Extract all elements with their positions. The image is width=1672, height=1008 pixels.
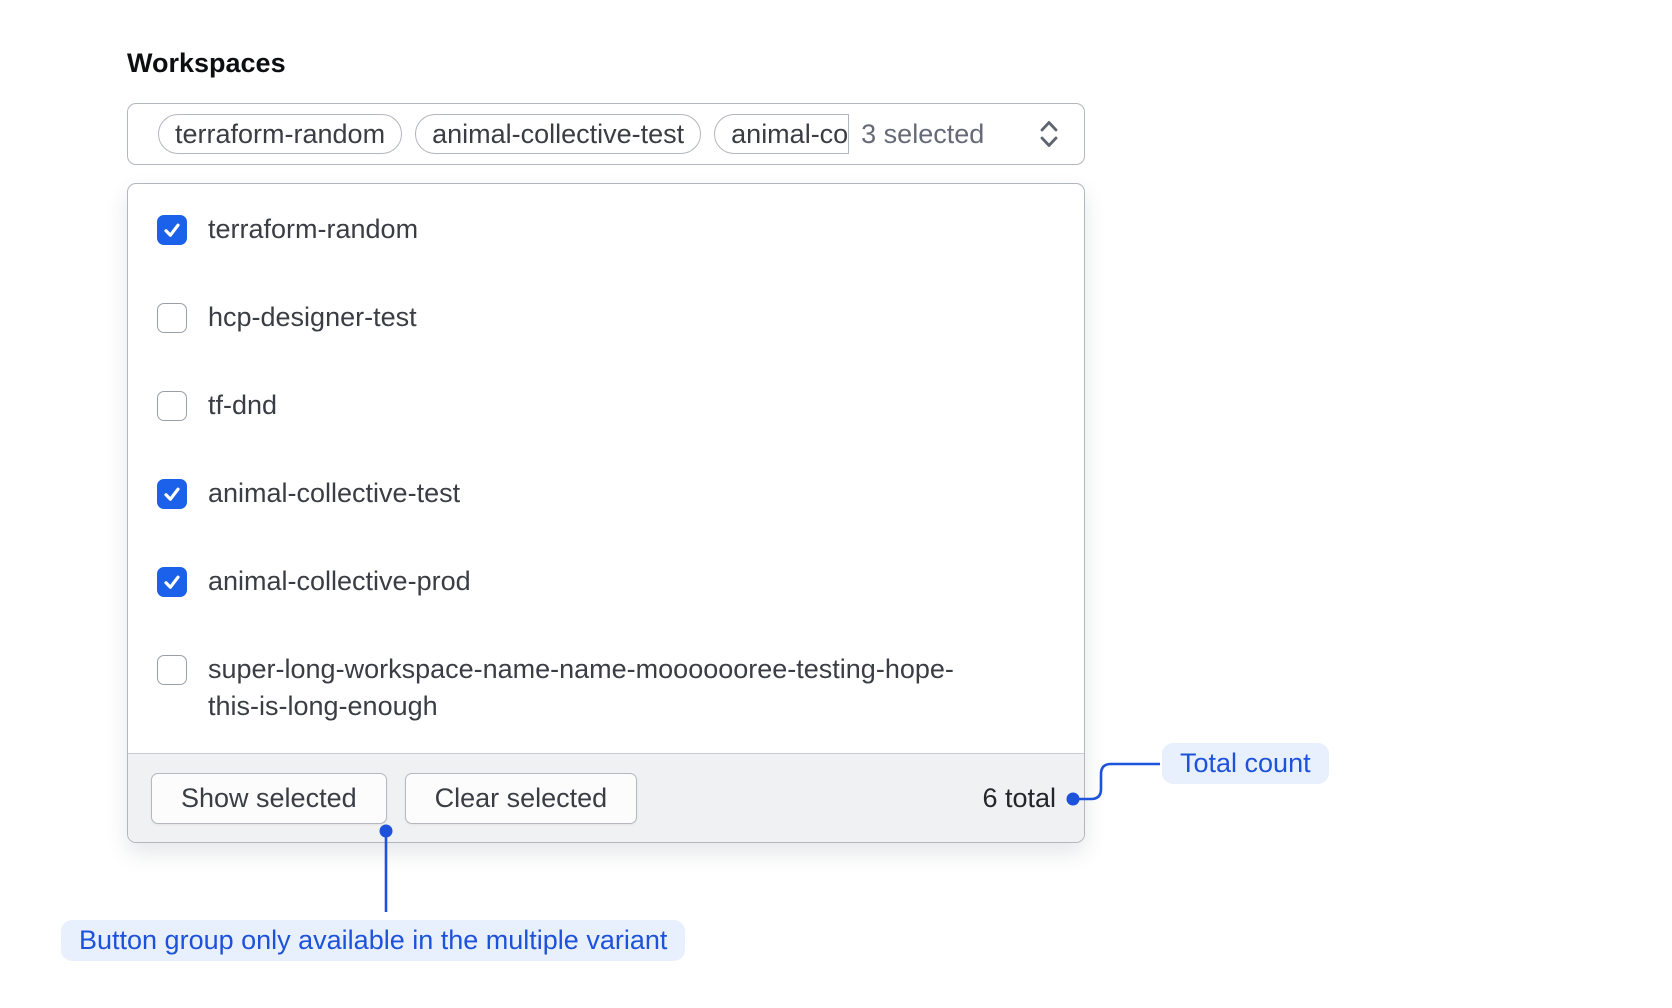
option-row[interactable]: terraform-random [128,185,1084,273]
total-count: 6 total [982,783,1056,814]
checkbox[interactable] [157,303,187,333]
option-row[interactable]: tf-dnd [128,361,1084,449]
annotation-button-group: Button group only available in the multi… [61,920,685,961]
selected-counter: 3 selected [861,119,984,150]
listbox-footer: Show selected Clear selected 6 total [128,753,1084,842]
option-label: animal-collective-test [208,475,460,512]
workspaces-label: Workspaces [127,48,286,79]
check-icon [160,570,184,594]
option-row[interactable]: animal-collective-test [128,449,1084,537]
selected-tag: terraform-random [158,114,402,154]
show-selected-button[interactable]: Show selected [151,773,387,824]
selected-tag: animal-collective-test [415,114,701,154]
option-label: hcp-designer-test [208,299,417,336]
option-label: animal-collective-prod [208,563,471,600]
option-label: super-long-workspace-name-name-moooooore… [208,651,978,725]
check-icon [160,218,184,242]
option-label: tf-dnd [208,387,277,424]
option-label: terraform-random [208,211,418,248]
checkbox[interactable] [157,655,187,685]
option-row[interactable]: hcp-designer-test [128,273,1084,361]
checkbox[interactable] [157,215,187,245]
chevron-up-down-icon [1034,117,1064,151]
check-icon [160,482,184,506]
options-list: terraform-random hcp-designer-test tf-dn… [128,184,1084,753]
clear-selected-button[interactable]: Clear selected [405,773,638,824]
multiselect-trigger[interactable]: terraform-random animal-collective-test an… [127,103,1085,165]
checkbox[interactable] [157,391,187,421]
checkbox[interactable] [157,479,187,509]
connector-line [1073,764,1160,799]
checkbox[interactable] [157,567,187,597]
selected-tag: animal-co [714,114,849,154]
option-row[interactable]: animal-collective-prod [128,537,1084,625]
option-row[interactable]: super-long-workspace-name-name-moooooore… [128,625,1084,725]
selected-tags: terraform-random animal-collective-test an… [158,114,849,154]
page: Workspaces terraform-random animal-collec… [0,0,1672,1008]
annotation-total-count: Total count [1162,743,1329,784]
listbox: terraform-random hcp-designer-test tf-dn… [127,183,1085,843]
